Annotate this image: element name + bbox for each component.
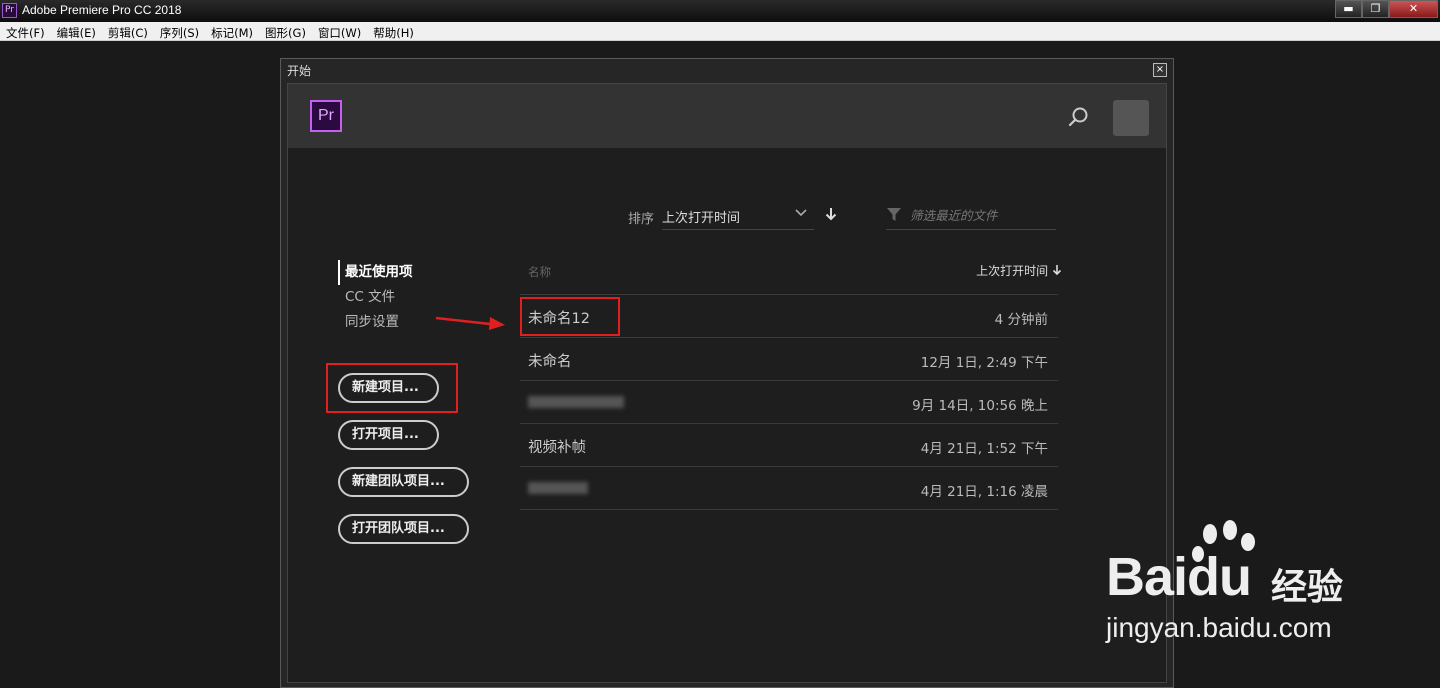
menu-graphics[interactable]: 图形(G)	[259, 24, 312, 43]
minimize-button[interactable]: ▬	[1335, 0, 1362, 18]
maximize-button[interactable]: ❐	[1362, 0, 1389, 18]
window-title: Adobe Premiere Pro CC 2018	[22, 3, 182, 17]
file-name: 未命名	[528, 354, 572, 370]
user-avatar[interactable]	[1113, 100, 1149, 136]
nav-item-recent[interactable]: 最近使用项	[338, 260, 413, 285]
premiere-app-icon: Pr	[2, 3, 17, 18]
file-time: 12月 1日, 2:49 下午	[920, 355, 1048, 371]
column-name[interactable]: 名称	[528, 264, 551, 280]
chevron-down-icon	[795, 209, 807, 217]
open-team-project-button[interactable]: 打开团队项目...	[338, 514, 469, 544]
nav-item-sync-settings[interactable]: 同步设置	[338, 310, 413, 335]
file-name: 视频补帧	[528, 440, 586, 456]
file-time: 4月 21日, 1:16 凌晨	[920, 484, 1048, 500]
nav-item-cc-files[interactable]: CC 文件	[338, 285, 413, 310]
premiere-logo: Pr	[310, 100, 342, 132]
new-team-project-button[interactable]: 新建团队项目...	[338, 467, 469, 497]
dialog-close-button[interactable]: ×	[1153, 63, 1167, 77]
start-panel: Pr 排序 上次打开时间 最近使用项	[287, 83, 1167, 683]
table-row[interactable]: 4月 21日, 1:16 凌晨	[520, 467, 1058, 510]
blurred-file-name	[528, 482, 588, 494]
menu-edit[interactable]: 编辑(E)	[51, 24, 102, 43]
blurred-file-name	[528, 396, 624, 408]
file-time: 4月 21日, 1:52 下午	[920, 441, 1048, 457]
filter-field	[886, 200, 1056, 230]
menu-file[interactable]: 文件(F)	[0, 24, 51, 43]
file-time: 9月 14日, 10:56 晚上	[912, 398, 1048, 414]
new-project-button[interactable]: 新建项目...	[338, 373, 439, 403]
table-row[interactable]: 未命名 12月 1日, 2:49 下午	[520, 338, 1058, 381]
arrow-down-icon[interactable]	[824, 206, 838, 222]
watermark-sub: 经验	[1271, 567, 1344, 608]
sort-label: 排序	[628, 212, 655, 227]
file-time: 4 分钟前	[994, 312, 1048, 328]
close-window-button[interactable]: ✕	[1389, 0, 1438, 18]
menu-help[interactable]: 帮助(H)	[367, 24, 420, 43]
menu-clip[interactable]: 剪辑(C)	[102, 24, 154, 43]
sort-dropdown[interactable]: 上次打开时间	[662, 200, 814, 230]
recent-files-table: 名称 上次打开时间 未命名12 4 分钟前 未命名 12月 1日, 2:49 下…	[520, 256, 1062, 510]
menu-sequence[interactable]: 序列(S)	[154, 24, 205, 43]
table-row[interactable]: 视频补帧 4月 21日, 1:52 下午	[520, 424, 1058, 467]
sort-value: 上次打开时间	[662, 211, 741, 226]
sidebar-nav: 最近使用项 CC 文件 同步设置	[338, 260, 413, 335]
highlight-file-row	[520, 297, 620, 336]
start-dialog: 开始 × Pr 排序 上次打开时间 筛选最近的文件 最近使用项 CC 文件 同步…	[280, 58, 1174, 688]
baidu-jingyan-watermark: Baidu 经验 jingyan.baidu.com	[1106, 520, 1436, 670]
menu-marker[interactable]: 标记(M)	[205, 24, 259, 43]
open-project-button[interactable]: 打开项目...	[338, 420, 439, 450]
watermark-url: jingyan.baidu.com	[1106, 612, 1332, 643]
watermark-brand: Baidu	[1106, 547, 1252, 607]
column-last-opened-label: 上次打开时间	[976, 264, 1049, 278]
red-arrow-annotation	[435, 316, 505, 330]
start-header: Pr	[288, 84, 1166, 148]
title-bar: Pr Adobe Premiere Pro CC 2018 ▬ ❐ ✕	[0, 0, 1440, 22]
column-last-opened[interactable]: 上次打开时间	[976, 262, 1062, 279]
table-header: 名称 上次打开时间	[520, 256, 1062, 295]
filter-icon	[887, 208, 901, 221]
dialog-title: 开始	[287, 64, 312, 78]
menu-window[interactable]: 窗口(W)	[312, 24, 367, 43]
table-row[interactable]: 9月 14日, 10:56 晚上	[520, 381, 1058, 424]
menu-bar: 文件(F) 编辑(E) 剪辑(C) 序列(S) 标记(M) 图形(G) 窗口(W) 帮助(H)	[0, 22, 1440, 41]
arrow-down-icon	[1052, 265, 1062, 276]
filter-input[interactable]	[908, 204, 1056, 226]
search-icon[interactable]	[1068, 106, 1090, 128]
